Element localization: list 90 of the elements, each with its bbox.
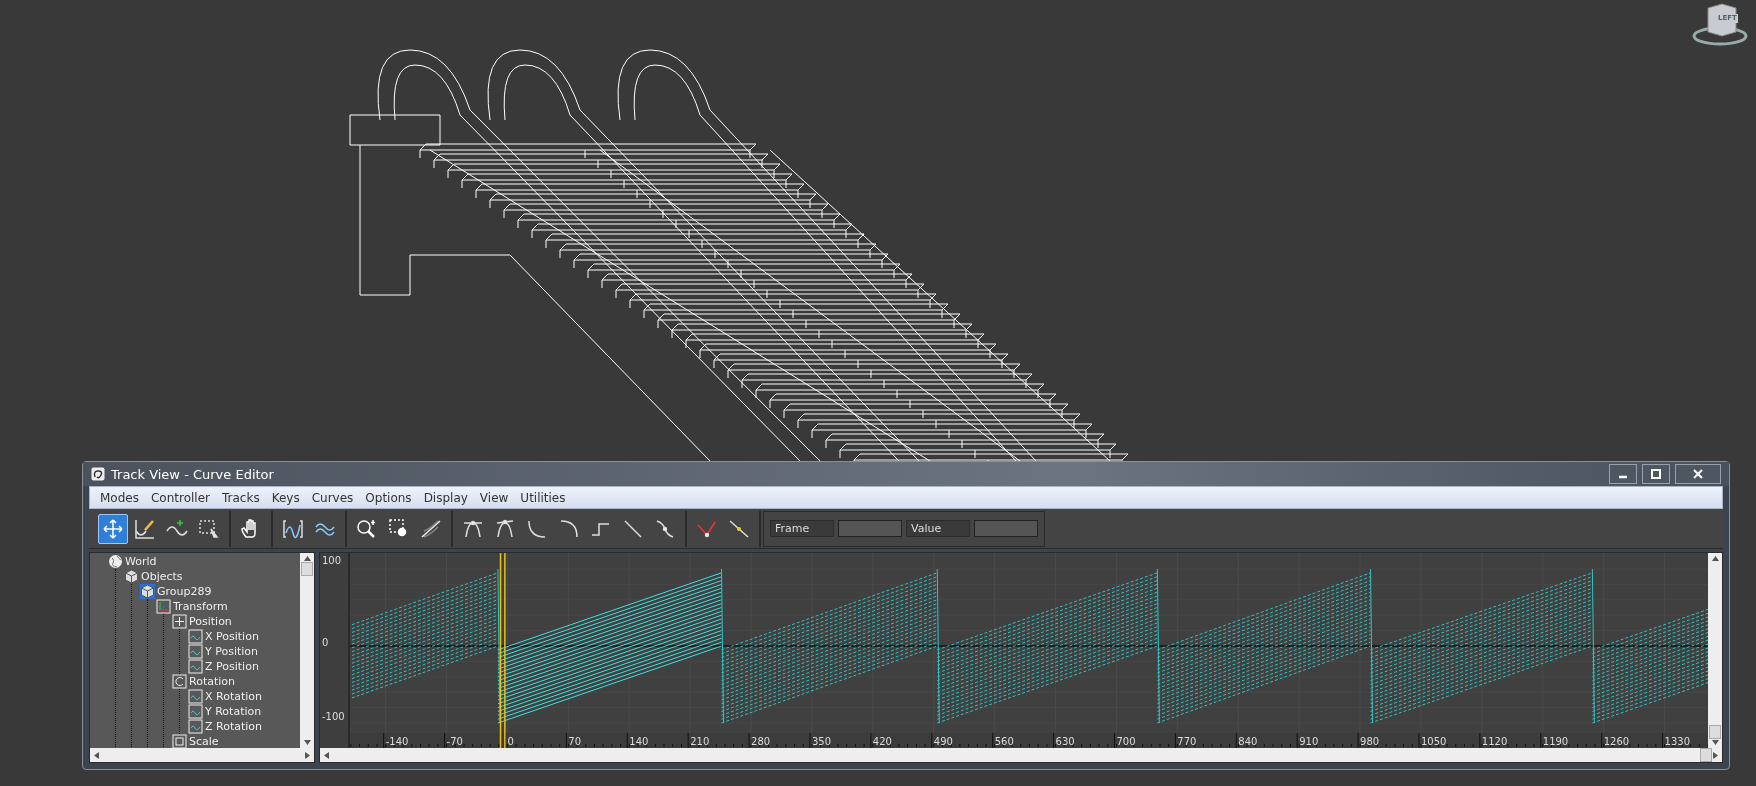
frame-tick-label: 280 <box>751 736 771 747</box>
menu-item[interactable]: Tracks <box>216 490 266 505</box>
menu-item[interactable]: Modes <box>94 490 145 505</box>
four-arrows-icon <box>101 516 125 541</box>
frame-tick-label: 770 <box>1177 736 1197 747</box>
maximize-button[interactable] <box>1642 464 1670 484</box>
value-tick-label: -100 <box>322 711 345 722</box>
value-field[interactable] <box>974 520 1038 537</box>
frame-tick-label: 1190 <box>1542 736 1569 747</box>
menu-item[interactable]: Keys <box>265 490 306 505</box>
track-item[interactable]: X Position <box>205 630 259 643</box>
curve-graph-icon <box>188 704 203 719</box>
axis-gizmo-icon <box>156 599 171 614</box>
scroll-thumb[interactable] <box>301 562 313 576</box>
menu-item[interactable]: Controller <box>144 490 216 505</box>
curve-graph-icon <box>188 644 203 659</box>
track-icon-box[interactable] <box>108 554 123 569</box>
frame-tick-label: 910 <box>1299 736 1319 747</box>
value-tick-label: 100 <box>322 555 342 566</box>
frame-tick-label: 350 <box>811 736 832 747</box>
frame-tick-label: 1260 <box>1603 736 1630 747</box>
track-item[interactable]: Scale <box>189 735 219 748</box>
frame-tick-label: 560 <box>994 736 1014 747</box>
frame-tick-label: 1050 <box>1420 736 1447 747</box>
horizontal-scrollbar[interactable] <box>90 748 314 762</box>
menu-item[interactable]: Curves <box>305 490 360 505</box>
toolbar-button[interactable] <box>98 513 128 544</box>
track-item[interactable]: Z Rotation <box>205 720 263 733</box>
menu-item[interactable]: Display <box>417 490 474 505</box>
track-item[interactable]: World <box>125 555 157 568</box>
scroll-right-icon[interactable] <box>304 751 311 759</box>
track-icon-box[interactable] <box>140 584 155 599</box>
vertical-scrollbar[interactable] <box>1708 553 1722 748</box>
track-icon-box[interactable] <box>124 569 139 584</box>
globe-icon <box>108 554 123 569</box>
maximize-icon <box>1651 469 1661 479</box>
frame-tick-label: 700 <box>1116 736 1136 747</box>
close-icon <box>1693 469 1703 479</box>
track-item[interactable]: Objects <box>141 570 183 583</box>
menu-item[interactable]: Utilities <box>514 490 572 505</box>
curve-graph-icon <box>188 629 203 644</box>
frame-tick-label: 140 <box>629 736 649 747</box>
track-item[interactable]: Group289 <box>157 585 212 598</box>
track-item[interactable]: Z Position <box>205 660 259 673</box>
frame-tick-label: 210 <box>690 736 710 747</box>
menu-item[interactable]: View <box>473 490 515 505</box>
time-marker[interactable] <box>499 733 506 749</box>
menu-item[interactable]: Options <box>359 490 418 505</box>
frame-tick-label: 490 <box>933 736 953 747</box>
window-title: Track View - Curve Editor <box>111 466 275 482</box>
rotate-arrow-icon <box>172 674 187 689</box>
frame-tick-label: 630 <box>1055 736 1075 747</box>
frame-tick-label: -140 <box>385 736 409 747</box>
cube-icon <box>140 584 155 599</box>
track-item[interactable]: Transform <box>173 600 228 613</box>
track-item[interactable]: X Rotation <box>205 690 263 703</box>
app-logo-icon <box>91 467 105 481</box>
value-tick-label: 0 <box>322 637 329 648</box>
value-label: Value <box>906 520 970 537</box>
frame-tick-label: 1120 <box>1481 736 1508 747</box>
close-button[interactable] <box>1675 464 1721 484</box>
frame-tick-label: 420 <box>872 736 892 747</box>
scroll-down-icon[interactable] <box>303 739 311 746</box>
scale-box-icon <box>172 734 187 748</box>
curve-graph-icon <box>188 689 203 704</box>
curve-graph-icon <box>188 659 203 674</box>
frame-label: Frame <box>770 520 834 537</box>
frame-tick-label: 980 <box>1360 736 1380 747</box>
minimize-button[interactable] <box>1609 464 1637 484</box>
move-arrows-icon <box>172 614 187 629</box>
scroll-thumb[interactable] <box>1709 725 1721 739</box>
frame-tick-label: 0 <box>507 736 514 747</box>
track-item[interactable]: Rotation <box>189 675 235 688</box>
time-marker[interactable] <box>499 553 506 733</box>
frame-tick-label: 840 <box>1238 736 1258 747</box>
frame-field[interactable] <box>838 520 902 537</box>
track-item[interactable]: Y Position <box>205 645 259 658</box>
scroll-thumb[interactable] <box>1700 748 1712 762</box>
scroll-left-icon[interactable] <box>93 751 100 759</box>
curve-graph-icon <box>188 719 203 734</box>
scroll-up-icon[interactable] <box>1711 555 1719 562</box>
track-item[interactable]: Position <box>189 615 232 628</box>
frame-tick-label: -70 <box>446 736 463 747</box>
vertical-scrollbar[interactable] <box>300 553 314 748</box>
horizontal-scrollbar[interactable] <box>320 748 1722 762</box>
frame-tick-label: 70 <box>568 736 582 747</box>
frame-tick-label: 1330 <box>1664 736 1690 747</box>
scroll-left-icon[interactable] <box>323 751 330 759</box>
cube-icon <box>124 569 139 584</box>
track-item[interactable]: Y Rotation <box>205 705 262 718</box>
